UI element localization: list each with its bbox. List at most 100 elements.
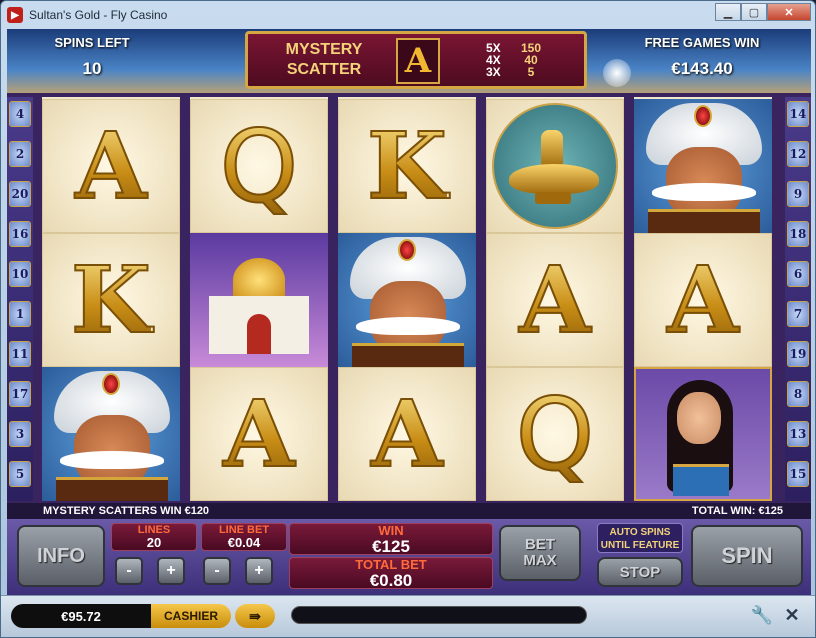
lines-value: 20 [146,535,162,550]
payline-number: 19 [787,341,809,367]
auto-spins-until-feature-button[interactable]: AUTO SPINS UNTIL FEATURE [597,523,683,553]
info-button[interactable]: INFO [17,525,105,587]
message-bar [291,606,587,624]
mystery-title-line2: SCATTER [286,61,362,78]
bet-max-button[interactable]: BET MAX [499,525,581,581]
stop-button[interactable]: STOP [597,557,683,587]
payline-number: 8 [787,381,809,407]
payline-number: 16 [9,221,31,247]
reel-symbol-sultan [634,99,772,233]
coins-arrow-icon[interactable]: ⇛ [235,604,275,628]
win-label: WIN [378,523,404,538]
letter-q-symbol: Q [515,375,596,494]
minimize-icon: ▁ [723,6,733,19]
sun-glow [603,59,631,87]
payline-number: 1 [9,301,31,327]
casino-toolbar: €95.72 CASHIER ⇛ 🔧 ✕ [1,595,815,637]
bet-max-line2: MAX [523,552,557,569]
total-bet-panel: TOTAL BET €0.80 [289,557,493,590]
win-value: €125 [372,537,410,556]
spin-button[interactable]: SPIN [691,525,803,587]
free-games-win-value: €143.40 [671,59,733,78]
auto-spins-line2: UNTIL FEATURE [600,540,680,551]
reel-symbol-a: A [42,99,180,233]
sultan-icon [638,101,768,233]
lines-decrease-button[interactable]: - [115,557,143,585]
payline-number: 13 [787,421,809,447]
payline-number: 6 [787,261,809,287]
line-bet-increase-button[interactable]: + [245,557,273,585]
reel-symbol-a: A [486,233,624,367]
game-window: ▶ Sultan's Gold - Fly Casino ▁ ▢ ✕ SPINS… [0,0,816,638]
lines-panel: LINES 20 [111,523,197,551]
wrench-icon[interactable]: 🔧 [751,604,773,626]
payline-number: 12 [787,141,809,167]
mystery-scatter-win-text: MYSTERY SCATTERS WIN €120 [43,505,210,517]
reel-symbol-sultan [338,233,476,367]
lamp-frame [492,103,618,229]
reel-1: A K [39,97,183,501]
payline-number: 9 [787,181,809,207]
total-bet-label: TOTAL BET [355,557,427,572]
reel-symbol-q: Q [190,99,328,233]
reel-symbol-a: A [338,367,476,501]
spins-left-value: 10 [82,59,102,78]
win-panel: WIN €125 [289,523,493,556]
close-icon: ✕ [784,6,794,19]
total-bet-value: €0.80 [369,571,413,590]
magic-lamp-icon [495,116,615,216]
mystery-title-line1: MYSTERY [285,41,363,58]
payline-number: 4 [9,101,31,127]
free-games-win-label: FREE GAMES WIN [644,35,760,50]
mystery-symbol: A [396,38,440,84]
letter-k-symbol: K [366,111,448,221]
letter-q-symbol: Q [219,107,300,226]
game-area: SPINS LEFT 10 MYSTERY SCATTER A 5X 150 4X… [7,29,811,595]
dancer-icon [643,372,763,496]
reel-3: K A [335,97,479,501]
total-win-text: TOTAL WIN: €125 [691,505,783,517]
window-controls: ▁ ▢ ✕ [715,3,811,21]
paytable-mult: 3X [486,65,501,79]
payline-indicators-left: 4 2 20 16 10 1 11 17 3 5 [7,97,33,501]
payline-number: 14 [787,101,809,127]
maximize-icon: ▢ [748,6,760,19]
title-bar: ▶ Sultan's Gold - Fly Casino ▁ ▢ ✕ [1,1,815,29]
reel-symbol-lamp [486,99,624,233]
maximize-button[interactable]: ▢ [741,3,767,21]
reel-5: A [631,97,775,501]
payline-number: 15 [787,461,809,487]
line-bet-panel: LINE BET €0.04 [201,523,287,551]
spins-left-label: SPINS LEFT [54,35,130,50]
reel-symbol-a: A [634,233,772,367]
reel-symbol-q: Q [486,367,624,501]
mystery-scatter-panel: MYSTERY SCATTER A 5X 150 4X 40 3X 5 [245,31,587,89]
letter-a-symbol: A [666,245,739,355]
minimize-button[interactable]: ▁ [715,3,741,21]
payline-number: 7 [787,301,809,327]
letter-k-symbol: K [70,245,152,355]
payline-number: 2 [9,141,31,167]
auto-spins-line1: AUTO SPINS [609,527,671,538]
payline-number: 5 [9,461,31,487]
casino-logo-icon: ▶ [7,7,23,23]
payline-number: 17 [9,381,31,407]
close-icon[interactable]: ✕ [781,604,803,626]
mystery-scatter-title: MYSTERY SCATTER [274,40,374,80]
palace-icon [199,240,319,360]
reel-2: Q A [187,97,331,501]
letter-a-symbol: A [222,379,295,489]
sultan-icon [342,235,472,367]
paytable-pay: 5 [527,65,535,79]
line-bet-decrease-button[interactable]: - [203,557,231,585]
cashier-button[interactable]: CASHIER [151,604,231,628]
lines-increase-button[interactable]: + [157,557,185,585]
close-window-button[interactable]: ✕ [767,3,811,21]
payline-number: 3 [9,421,31,447]
payline-number: 20 [9,181,31,207]
letter-a-symbol: A [518,245,591,355]
control-panel: INFO LINES 20 LINE BET €0.04 - + - + WIN… [7,519,811,595]
letter-a-symbol: A [370,379,443,489]
line-bet-value: €0.04 [227,535,261,550]
payline-number: 11 [9,341,31,367]
